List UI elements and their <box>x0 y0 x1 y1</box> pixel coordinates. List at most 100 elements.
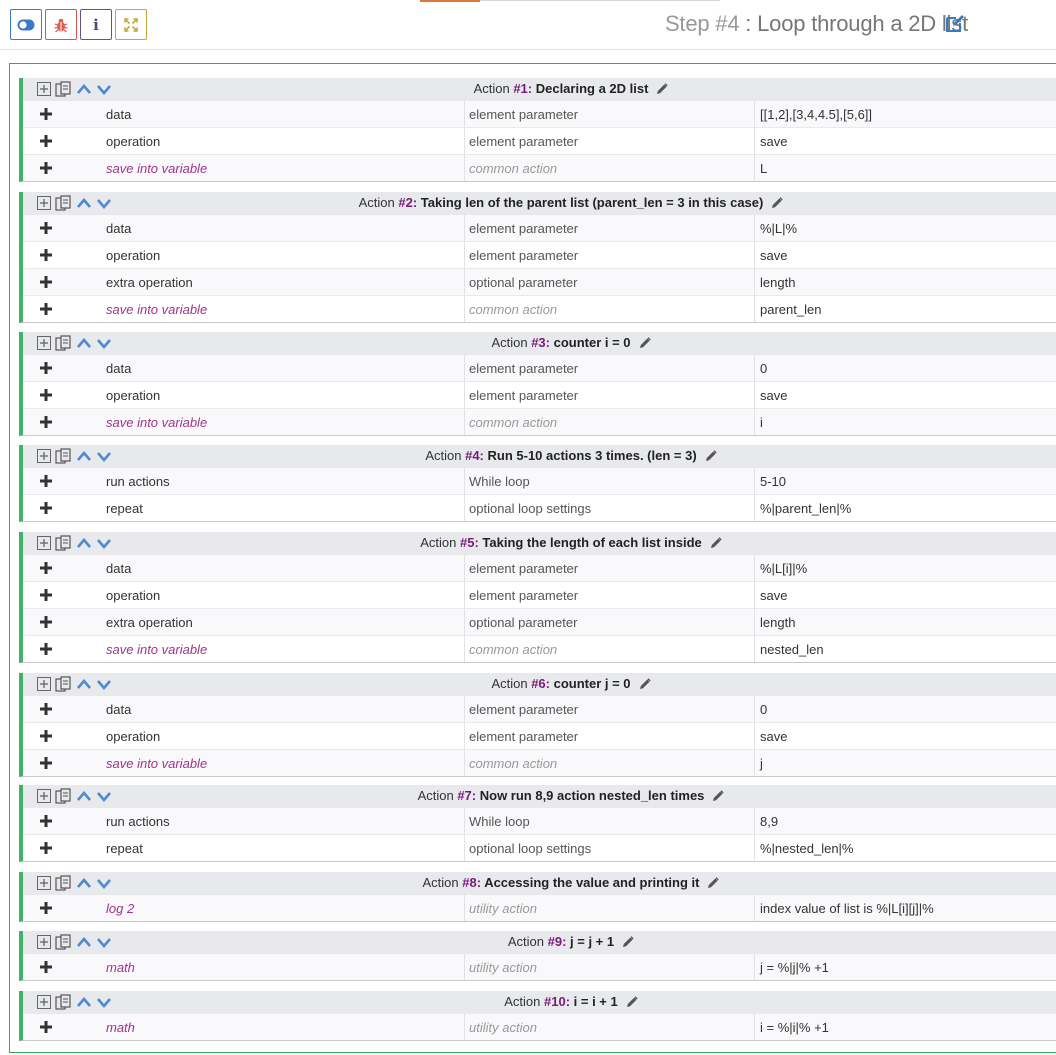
add-row-button[interactable] <box>39 388 53 402</box>
edit-action-button[interactable] <box>626 996 638 1011</box>
action-row[interactable]: math utility action i = %|i|% +1 <box>23 1013 1056 1040</box>
row-type: common action <box>469 756 558 771</box>
add-row-button[interactable] <box>39 561 53 575</box>
add-row-button[interactable] <box>39 474 53 488</box>
add-row-button[interactable] <box>39 302 53 316</box>
add-row-button[interactable] <box>39 361 53 375</box>
plus-icon <box>40 162 52 174</box>
action-number: #3: <box>531 335 550 350</box>
action-row[interactable]: operation element parameter save <box>23 241 1056 268</box>
edit-action-button[interactable] <box>639 678 651 693</box>
edit-step-button[interactable] <box>944 13 966 35</box>
add-row-button[interactable] <box>39 756 53 770</box>
row-value: save <box>760 729 788 744</box>
action-row[interactable]: data element parameter [[1,2],[3,4,4.5],[5… <box>23 100 1056 127</box>
action-name: Accessing the value and printing it <box>481 875 700 890</box>
debug-button[interactable] <box>45 9 77 40</box>
add-row-button[interactable] <box>39 248 53 262</box>
row-field: log 2 <box>106 901 135 916</box>
column-divider <box>464 835 465 861</box>
add-row-button[interactable] <box>39 729 53 743</box>
info-button[interactable]: i <box>80 9 112 40</box>
row-type: element parameter <box>469 361 579 376</box>
expand-button[interactable] <box>115 9 147 40</box>
action-row[interactable]: save into variable common action j <box>23 749 1056 776</box>
row-type: common action <box>469 161 558 176</box>
row-value: [[1,2],[3,4,4.5],[5,6]] <box>760 107 873 122</box>
edit-action-button[interactable] <box>639 337 651 352</box>
add-row-button[interactable] <box>39 221 53 235</box>
add-row-button[interactable] <box>39 960 53 974</box>
action-row[interactable]: extra operation optional parameter length <box>23 608 1056 635</box>
action-block: Action #5: Taking the length of each lis… <box>19 532 1056 663</box>
column-divider <box>754 696 755 722</box>
action-row[interactable]: data element parameter 0 <box>23 354 1056 381</box>
add-row-button[interactable] <box>39 615 53 629</box>
add-row-button[interactable] <box>39 501 53 515</box>
row-value: 0 <box>760 702 768 717</box>
action-row[interactable]: repeat optional loop settings %|parent_len… <box>23 494 1056 521</box>
action-name: counter i = 0 <box>549 335 631 350</box>
action-row[interactable]: save into variable common action i <box>23 408 1056 435</box>
add-row-button[interactable] <box>39 1020 53 1034</box>
add-row-button[interactable] <box>39 814 53 828</box>
row-value: i = %|i|% +1 <box>760 1020 829 1035</box>
add-row-button[interactable] <box>39 161 53 175</box>
action-name: Declaring a 2D list <box>532 81 649 96</box>
column-divider <box>464 609 465 635</box>
add-row-button[interactable] <box>39 134 53 148</box>
action-header: Action #4: Run 5-10 actions 3 times. (le… <box>23 445 1056 467</box>
edit-action-button[interactable] <box>622 936 634 951</box>
add-row-button[interactable] <box>39 901 53 915</box>
pencil-icon <box>623 936 634 947</box>
action-row[interactable]: repeat optional loop settings %|nested_len… <box>23 834 1056 861</box>
column-divider <box>754 155 755 181</box>
pencil-icon <box>708 877 720 888</box>
row-field: data <box>106 107 132 122</box>
action-label: Action <box>425 448 466 463</box>
action-label: Action <box>358 195 399 210</box>
action-row[interactable]: operation element parameter save <box>23 381 1056 408</box>
add-row-button[interactable] <box>39 107 53 121</box>
column-divider <box>754 1014 755 1040</box>
edit-action-button[interactable] <box>656 83 669 98</box>
action-row[interactable]: save into variable common action parent_le… <box>23 295 1056 322</box>
row-type: utility action <box>469 1020 537 1035</box>
action-row[interactable]: run actions While loop 5-10 <box>23 467 1056 494</box>
action-row[interactable]: operation element parameter save <box>23 722 1056 749</box>
action-row[interactable]: operation element parameter save <box>23 127 1056 154</box>
action-row[interactable]: data element parameter 0 <box>23 695 1056 722</box>
edit-action-button[interactable] <box>705 450 717 465</box>
action-row[interactable]: math utility action j = %|j|% +1 <box>23 953 1056 980</box>
edit-action-button[interactable] <box>707 877 720 892</box>
action-title: Action #3: counter i = 0 <box>23 335 1056 352</box>
action-header: Action #6: counter j = 0 <box>23 673 1056 695</box>
action-row[interactable]: save into variable common action L <box>23 154 1056 181</box>
add-row-button[interactable] <box>39 841 53 855</box>
add-row-button[interactable] <box>39 275 53 289</box>
add-row-button[interactable] <box>39 642 53 656</box>
plus-icon <box>40 589 52 601</box>
edit-action-button[interactable] <box>712 790 725 805</box>
action-row[interactable]: log 2 utility action index value of list i… <box>23 894 1056 921</box>
action-name: Taking the length of each list inside <box>478 535 702 550</box>
edit-action-button[interactable] <box>710 537 722 552</box>
edit-action-button[interactable] <box>771 197 784 212</box>
add-row-button[interactable] <box>39 415 53 429</box>
step-separator: : <box>739 11 758 36</box>
action-row[interactable]: operation element parameter save <box>23 581 1056 608</box>
toggle-button[interactable] <box>10 9 42 40</box>
action-rows: log 2 utility action index value of list i… <box>23 894 1056 921</box>
action-row[interactable]: save into variable common action nested_le… <box>23 635 1056 662</box>
action-row[interactable]: run actions While loop 8,9 <box>23 807 1056 834</box>
add-row-button[interactable] <box>39 702 53 716</box>
action-row[interactable]: extra operation optional parameter length <box>23 268 1056 295</box>
action-row[interactable]: data element parameter %|L|% <box>23 214 1056 241</box>
action-number: #10: <box>544 994 571 1009</box>
column-divider <box>754 296 755 322</box>
action-header: Action #9: j = j + 1 <box>23 931 1056 953</box>
action-row[interactable]: data element parameter %|L[i]|% <box>23 554 1056 581</box>
add-row-button[interactable] <box>39 588 53 602</box>
column-divider <box>464 242 465 268</box>
row-type: optional parameter <box>469 275 578 290</box>
